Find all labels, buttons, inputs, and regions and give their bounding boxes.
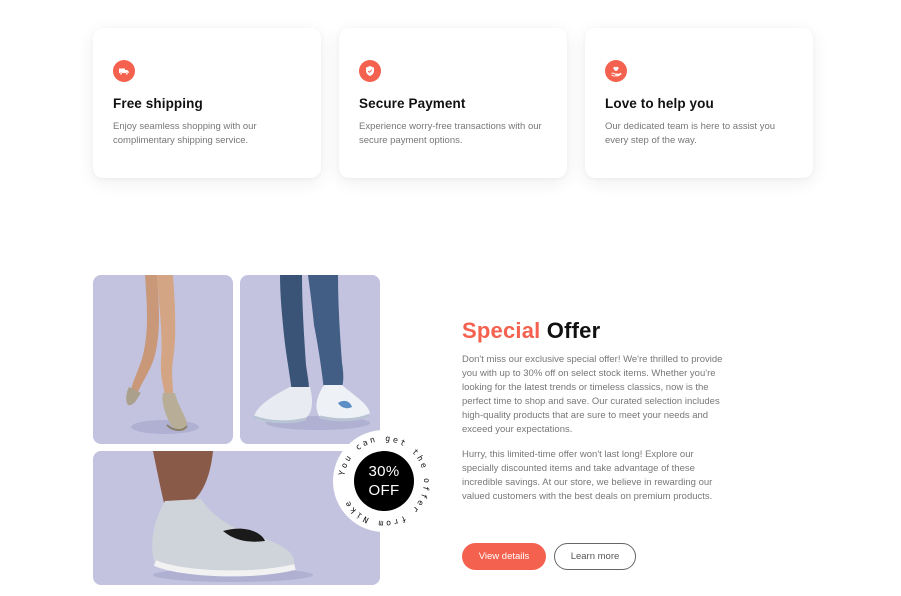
feature-description: Our dedicated team is here to assist you… (605, 121, 776, 146)
offer-title: Special Offer (462, 318, 727, 344)
feature-card-free-shipping: Free shipping Enjoy seamless shopping wi… (93, 28, 321, 178)
feature-title: Secure Payment (359, 96, 466, 111)
badge-percent: 30% (368, 463, 400, 480)
shield-icon (359, 60, 381, 82)
product-image-legs (93, 275, 233, 444)
feature-title: Free shipping (113, 96, 203, 111)
feature-card-secure-payment: Secure Payment Experience worry-free tra… (339, 28, 567, 178)
badge-off: OFF (368, 482, 400, 499)
offer-title-accent: Special (462, 318, 541, 343)
features-section: Free shipping Enjoy seamless shopping wi… (93, 28, 813, 178)
learn-more-button[interactable]: Learn more (554, 543, 636, 570)
feature-card-love-to-help: Love to help you Our dedicated team is h… (585, 28, 813, 178)
heart-hand-icon (605, 60, 627, 82)
offer-buttons: View details Learn more (462, 543, 636, 570)
offer-paragraph-2: Hurry, this limited-time offer won't las… (462, 449, 713, 502)
special-offer-content: Special Offer Don't miss our exclusive s… (462, 318, 727, 504)
offer-paragraph-1: Don't miss our exclusive special offer! … (462, 354, 723, 435)
feature-title: Love to help you (605, 96, 714, 111)
offer-title-rest: Offer (546, 318, 601, 343)
product-image-jeans-sneakers (240, 275, 380, 444)
badge-center: 30% OFF (354, 451, 414, 511)
view-details-button[interactable]: View details (462, 543, 546, 570)
feature-description: Experience worry-free transactions with … (359, 121, 542, 146)
truck-icon (113, 60, 135, 82)
discount-badge: You can get the offer from Nike 30% OFF (333, 430, 435, 532)
feature-description: Enjoy seamless shopping with our complim… (113, 121, 257, 146)
